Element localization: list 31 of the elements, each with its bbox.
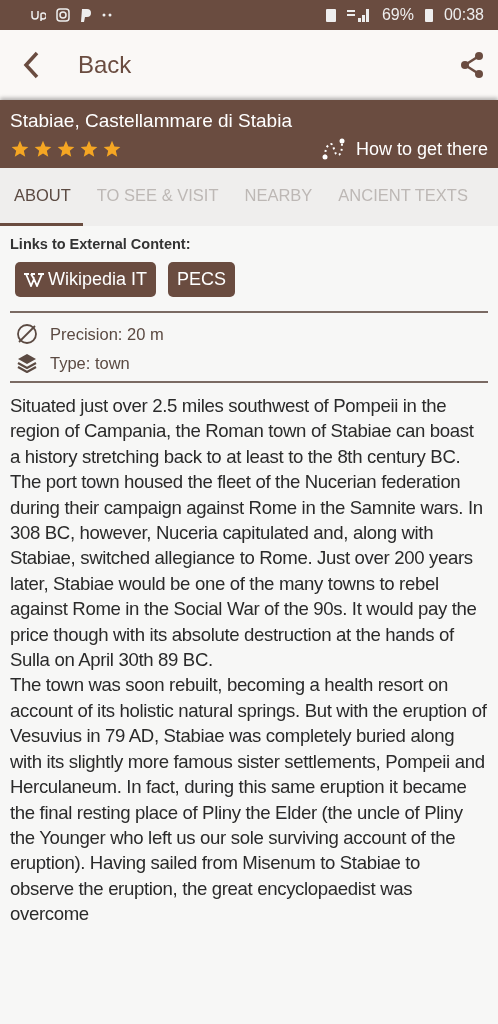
info-text: Precision: 20 m bbox=[50, 324, 164, 344]
star-icon bbox=[79, 139, 99, 159]
star-icon bbox=[33, 139, 53, 159]
star-icon bbox=[10, 139, 30, 159]
description-paragraph: The town was soon rebuilt, becoming a health resort on account of its holistic natural springs. But with the eruption of Vesuvius in 79 AD, Stabiae was completely buried along with its slightly more famous sister settlements, Pompeii and Herculaneum. In fact, during this same eruption it became the final resting place of Pliny the Elder (the uncle of Pliny the Younger who left us our sole surviving account of the eruption). Having sailed from Misenum to Stabiae to observe the eruption, the great encyclopaedist was overcome bbox=[10, 673, 488, 927]
chevron-left-icon bbox=[22, 51, 40, 79]
layers-icon bbox=[16, 353, 38, 373]
directions-link[interactable]: How to get there bbox=[321, 138, 488, 160]
clock: 00:38 bbox=[443, 6, 484, 24]
section-heading: Links to External Content: bbox=[10, 236, 192, 252]
diameter-icon bbox=[16, 323, 38, 345]
external-link-button[interactable]: PECS bbox=[168, 262, 236, 297]
battery-level: 69% bbox=[381, 6, 414, 24]
signal-icon bbox=[345, 8, 372, 22]
wikipedia-icon bbox=[24, 272, 44, 287]
app-notification-icon bbox=[30, 8, 46, 22]
back-button[interactable]: Back bbox=[22, 51, 132, 79]
sim-icon bbox=[325, 8, 336, 22]
description-paragraph: Situated just over 2.5 miles southwest of Pompeii in the region of Campania, the Roman town of Stabiae can boast a history stretching back to at least to the 8th century BC. The port town housed the fleet of the Nucerian federation during their campaign against Rome in the Samnite wars. In 308 BC, however, Nuceria capitulated and, along with Stabiae, switched allegiance to Rome. Just over 200 years later, Stabiae would be one of the many towns to rebel against Rome in the Social War of the 90s. It would pay the price though with its absolute destruction at the hands of Sulla on April 30th 89 BC. bbox=[10, 394, 484, 673]
info-text: Type: town bbox=[50, 353, 130, 373]
share-icon[interactable] bbox=[460, 52, 484, 78]
payment-icon bbox=[80, 8, 92, 22]
route-icon bbox=[321, 138, 346, 160]
battery-icon bbox=[423, 7, 434, 23]
place-title: Stabiae, Castellammare di Stabia bbox=[10, 110, 293, 132]
external-link-button[interactable]: Wikipedia IT bbox=[15, 262, 157, 297]
star-icon bbox=[102, 139, 122, 159]
camera-icon bbox=[56, 8, 70, 22]
tab[interactable]: ABOUT bbox=[0, 168, 83, 226]
more-notifications-icon bbox=[102, 13, 112, 17]
star-icon bbox=[56, 139, 76, 159]
